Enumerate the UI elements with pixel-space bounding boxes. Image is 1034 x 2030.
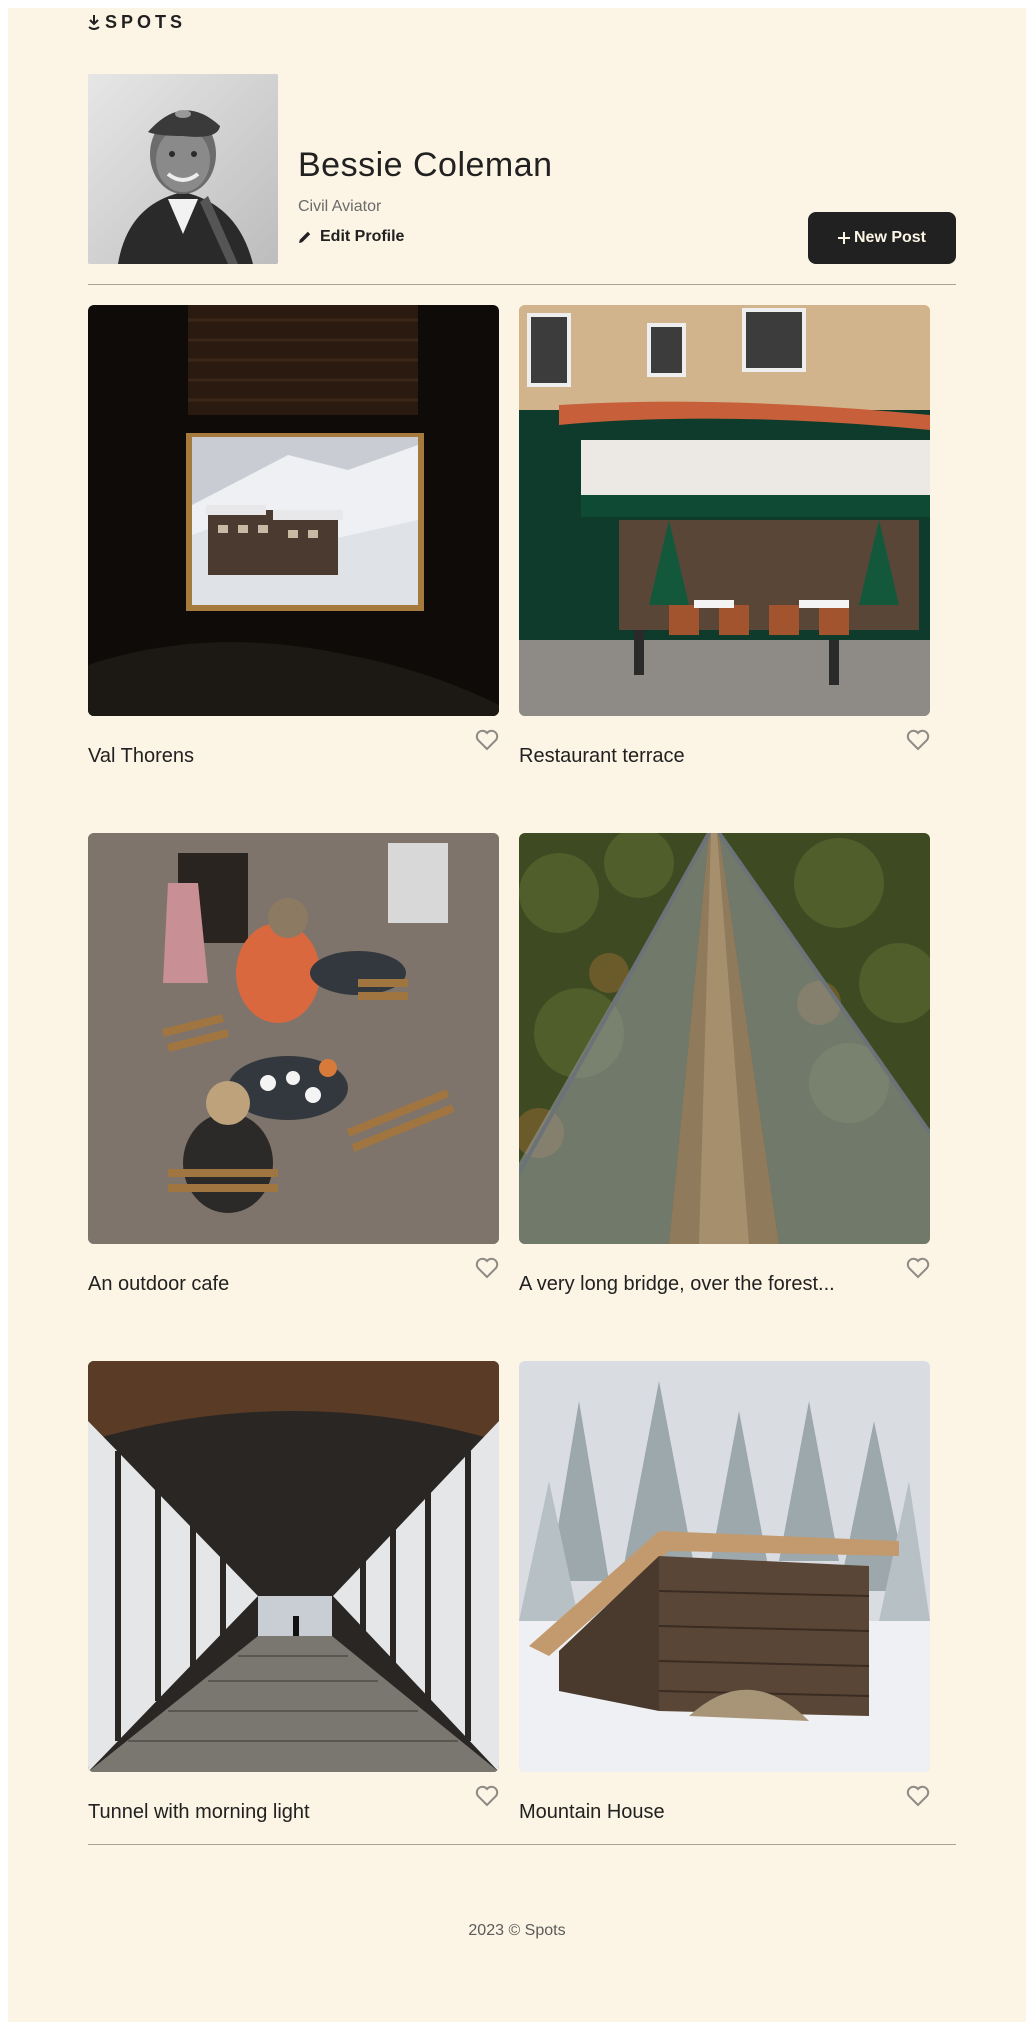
heart-icon[interactable] [475,1785,499,1807]
card-title: Tunnel with morning light [88,1801,310,1823]
plus-icon [837,232,850,244]
page: SPOTS Bessie Coleman Civil Aviator Edit … [8,8,1026,2022]
card-image[interactable] [88,833,499,1244]
new-post-button[interactable]: New Post [808,212,956,264]
logo[interactable]: SPOTS [88,12,186,33]
card-title: Restaurant terrace [519,745,685,767]
card: Mountain House [519,1361,930,1841]
heart-icon[interactable] [475,729,499,751]
new-post-label: New Post [853,229,926,246]
card-image[interactable] [88,1361,499,1772]
edit-profile-label: Edit Profile [320,228,405,245]
heart-icon[interactable] [906,729,930,751]
card-title: An outdoor cafe [88,1273,230,1295]
card: Val Thorens [88,305,499,785]
heart-icon[interactable] [475,1257,499,1279]
pin-drop-icon [88,14,100,30]
card-title: A very long bridge, over the forest... [519,1273,835,1295]
card: Tunnel with morning light [88,1361,499,1841]
card-image[interactable] [519,1361,930,1772]
footer-copyright: 2023 © Spots [468,1922,566,1939]
card: Restaurant terrace [519,305,930,785]
card-image[interactable] [519,833,930,1244]
card-title: Val Thorens [88,745,194,767]
heart-icon[interactable] [906,1785,930,1807]
pencil-icon [299,231,311,243]
logo-text: SPOTS [105,12,187,32]
card: An outdoor cafe [88,833,499,1313]
avatar [88,74,278,264]
profile-description: Civil Aviator [298,198,382,215]
profile-section: Bessie Coleman Civil Aviator Edit Profil… [88,74,956,264]
card-title: Mountain House [519,1801,665,1823]
card-image[interactable] [519,305,930,716]
card: A very long bridge, over the forest... [519,833,930,1313]
profile-name: Bessie Coleman [298,146,553,184]
card-image[interactable] [88,305,499,716]
heart-icon[interactable] [906,1257,930,1279]
edit-profile-button[interactable]: Edit Profile [298,228,404,246]
footer-divider [88,1844,956,1845]
header-divider [88,284,956,285]
